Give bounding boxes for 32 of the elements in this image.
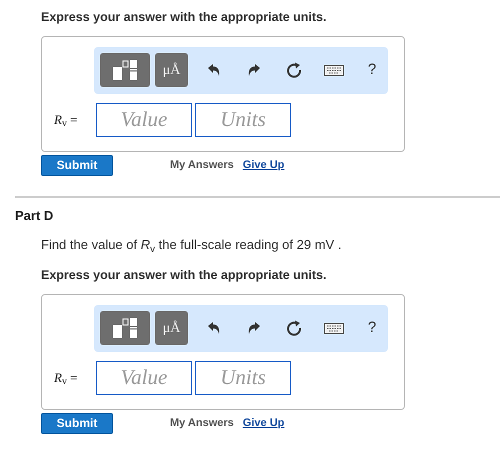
help-button[interactable]: ? (362, 314, 382, 342)
value-field[interactable]: Value (96, 102, 192, 137)
submit-button[interactable]: Submit (41, 412, 113, 434)
submit-button[interactable]: Submit (41, 154, 113, 176)
undo-icon (207, 321, 221, 335)
undo-icon (207, 63, 221, 78)
keyboard-icon (324, 64, 344, 76)
my-answers-link[interactable]: My Answers (170, 414, 234, 432)
help-button[interactable]: ? (362, 56, 382, 84)
variable-label: R$_{v}$ = (54, 368, 78, 388)
template-button[interactable] (100, 311, 150, 345)
template-button[interactable] (100, 53, 150, 88)
reset-icon (286, 62, 302, 78)
instruction-text: Express your answer with the appropriate units. (41, 266, 328, 284)
my-answers-link[interactable]: My Answers (170, 157, 234, 174)
redo-icon (247, 321, 261, 335)
value-field[interactable]: Value (96, 360, 192, 394)
give-up-link[interactable]: Give Up (242, 414, 284, 432)
units-field[interactable]: Units (195, 360, 291, 394)
give-up-link[interactable]: Give Up (242, 157, 284, 174)
units-field[interactable]: Units (195, 102, 291, 137)
redo-icon (247, 63, 261, 78)
units-button[interactable]: μÅ (155, 53, 188, 88)
reset-icon (286, 320, 302, 336)
variable-label: R$_{v}$ = (54, 111, 78, 130)
units-button[interactable]: μÅ (155, 311, 188, 345)
keyboard-icon (324, 322, 344, 334)
question-text: Find the value of R$_{v}$ the full-scale reading of 29 mV . (41, 236, 342, 255)
template-icon (112, 59, 138, 82)
part-heading: Part D (15, 206, 54, 225)
instruction-text: Express your answer with the appropriate units. (41, 9, 328, 26)
template-icon (112, 317, 138, 339)
